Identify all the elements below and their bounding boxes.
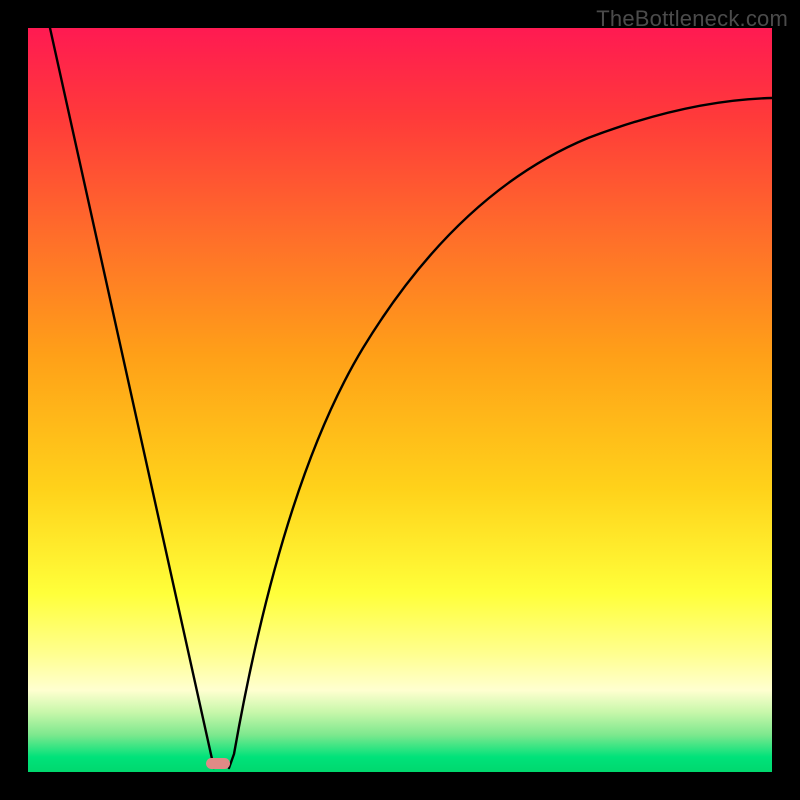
- chart-plot-area: [28, 28, 772, 772]
- chart-curve: [28, 28, 772, 772]
- right-curve: [229, 98, 772, 768]
- bottleneck-marker: [206, 758, 230, 769]
- left-line: [50, 28, 214, 768]
